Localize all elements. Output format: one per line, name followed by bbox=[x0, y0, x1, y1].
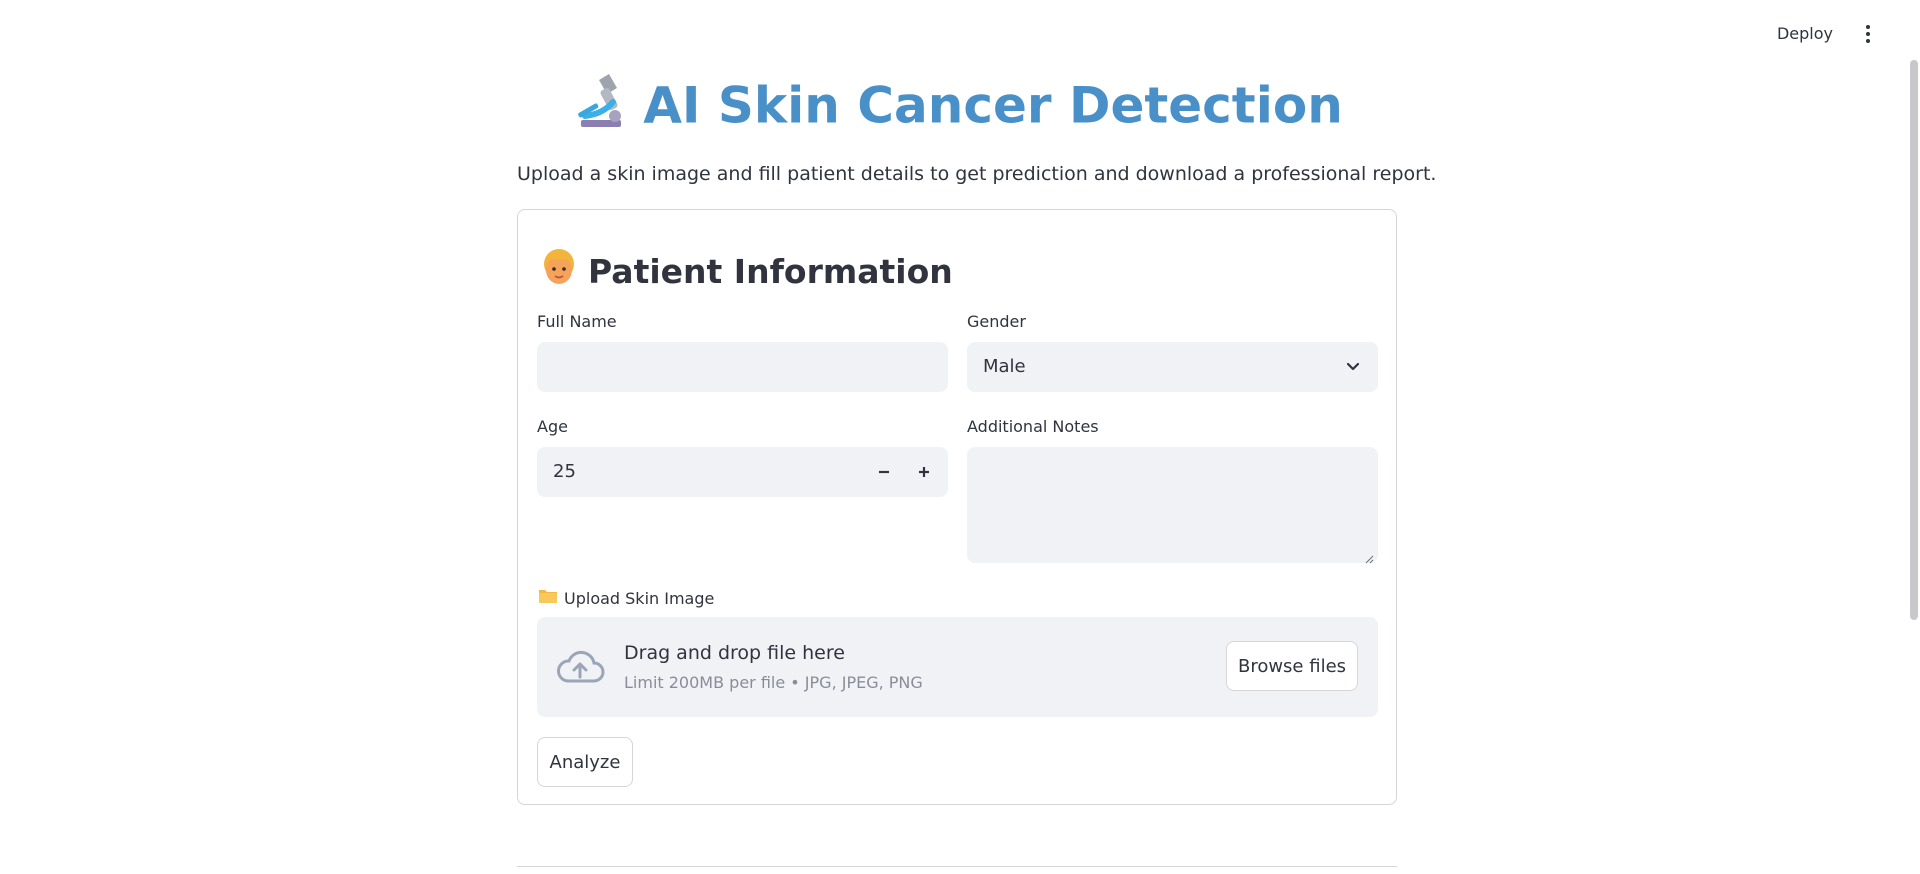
notes-label: Additional Notes bbox=[967, 417, 1099, 436]
increment-button[interactable] bbox=[912, 460, 936, 484]
full-name-label: Full Name bbox=[537, 312, 617, 331]
gender-value: Male bbox=[983, 356, 1026, 377]
age-label: Age bbox=[537, 417, 568, 436]
kebab-menu-icon[interactable] bbox=[1856, 22, 1880, 46]
upload-label: Upload Skin Image bbox=[538, 587, 714, 612]
app-header: Deploy bbox=[0, 0, 1920, 68]
section-title-text: Patient Information bbox=[588, 252, 953, 291]
decrement-button[interactable] bbox=[872, 460, 896, 484]
patient-form: Patient Information Full Name Gender Mal… bbox=[517, 209, 1397, 805]
person-face-icon bbox=[542, 248, 576, 299]
folder-icon bbox=[538, 587, 558, 612]
section-title: Patient Information bbox=[542, 248, 953, 299]
browse-files-button[interactable]: Browse files bbox=[1226, 641, 1358, 691]
notes-textarea[interactable] bbox=[967, 447, 1378, 564]
microscope-icon bbox=[571, 70, 631, 148]
full-name-field[interactable] bbox=[537, 342, 948, 392]
page-subtitle: Upload a skin image and fill patient det… bbox=[517, 163, 1437, 185]
resize-handle-icon[interactable] bbox=[1364, 549, 1374, 564]
gender-select[interactable]: Male bbox=[967, 342, 1378, 392]
divider bbox=[517, 866, 1397, 867]
age-stepper[interactable]: 25 bbox=[537, 447, 948, 497]
chevron-down-icon bbox=[1344, 358, 1362, 376]
dropzone-limit: Limit 200MB per file • JPG, JPEG, PNG bbox=[624, 673, 923, 692]
upload-label-text: Upload Skin Image bbox=[564, 589, 715, 608]
analyze-button[interactable]: Analyze bbox=[537, 737, 633, 787]
dropzone-instruction: Drag and drop file here bbox=[624, 642, 845, 664]
page-title-text: AI Skin Cancer Detection bbox=[643, 76, 1343, 135]
file-dropzone[interactable]: Drag and drop file here Limit 200MB per … bbox=[537, 617, 1378, 717]
age-value: 25 bbox=[553, 461, 576, 482]
scrollbar[interactable] bbox=[1910, 60, 1918, 620]
gender-label: Gender bbox=[967, 312, 1026, 331]
page-title: AI Skin Cancer Detection bbox=[517, 70, 1397, 148]
deploy-button[interactable]: Deploy bbox=[1777, 22, 1833, 46]
cloud-upload-icon bbox=[555, 647, 605, 687]
